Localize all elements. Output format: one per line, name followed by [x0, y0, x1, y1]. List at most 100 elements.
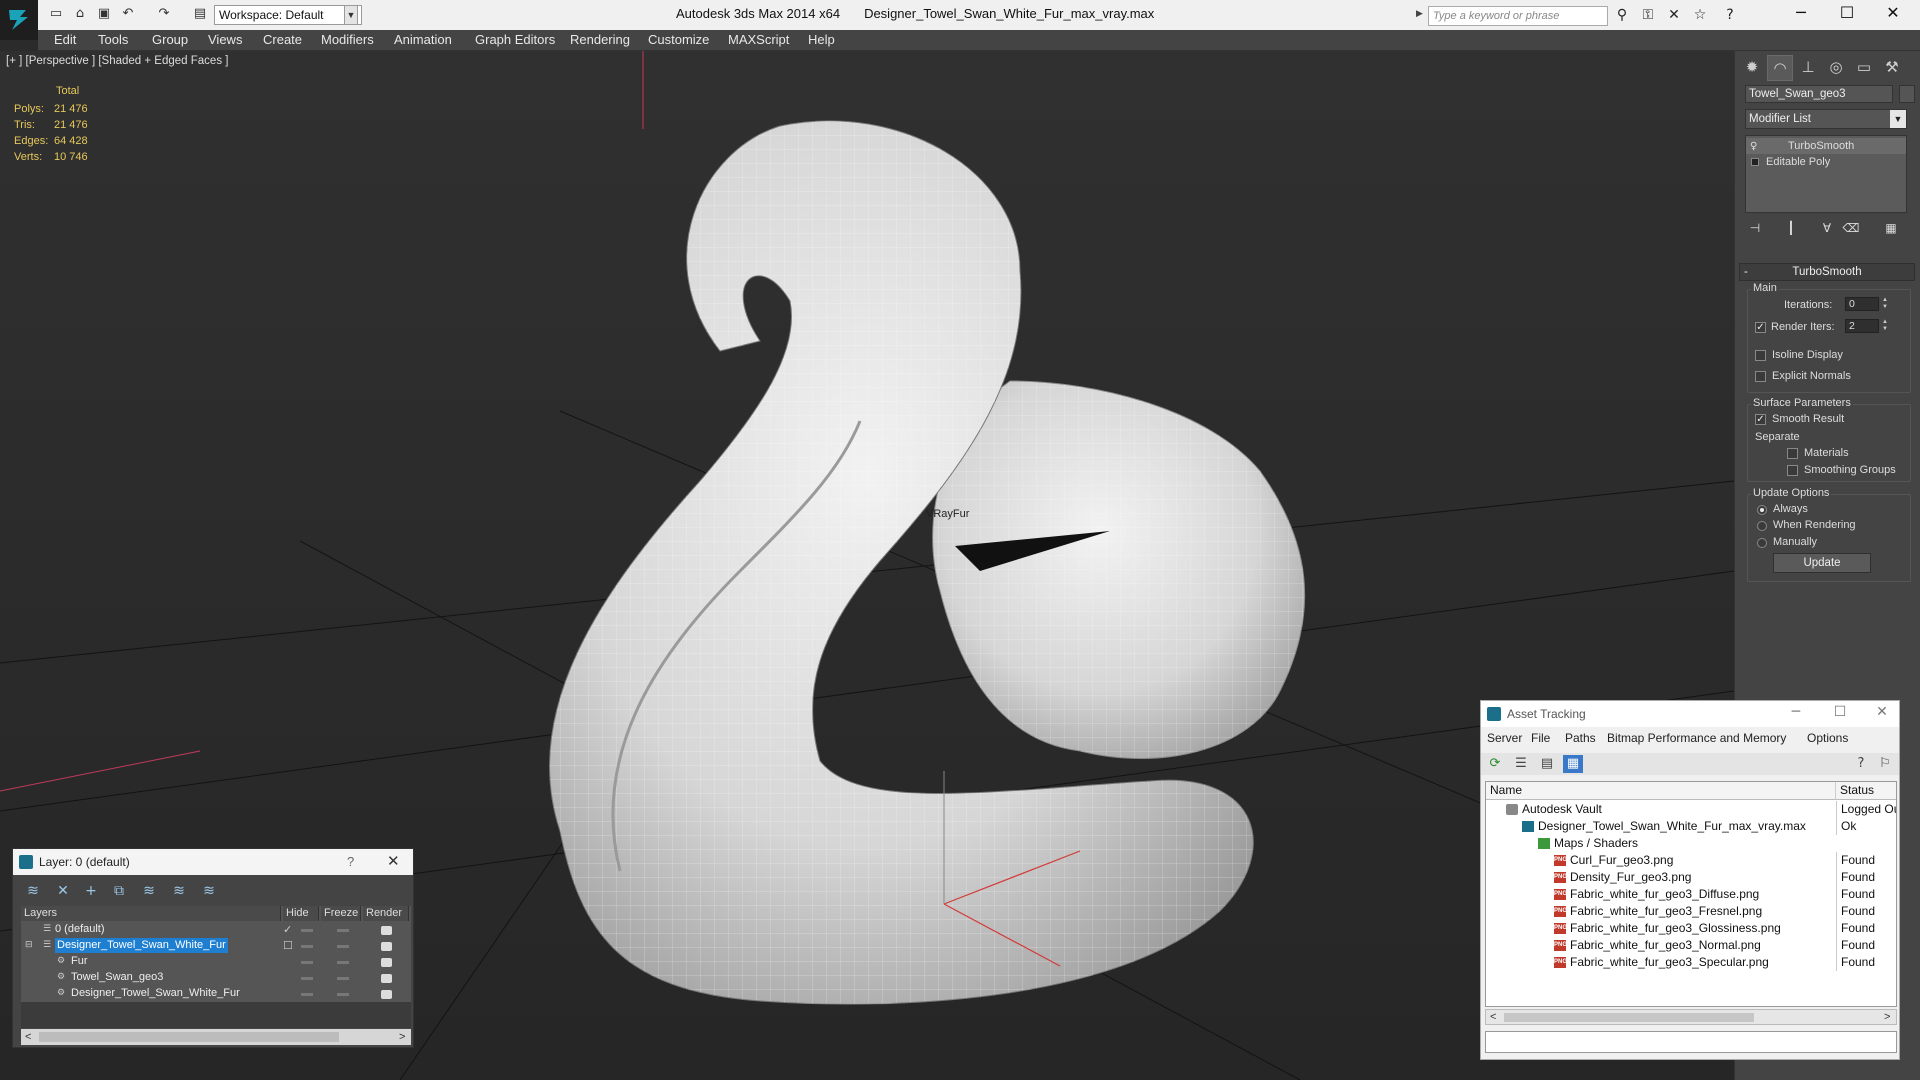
render-teapot-icon[interactable]: [381, 974, 392, 983]
utilities-tab-icon[interactable]: ⚒: [1879, 55, 1905, 81]
collapse-icon[interactable]: ⊟: [25, 938, 33, 953]
maximize-button[interactable]: ☐: [1824, 0, 1870, 26]
name-column-header[interactable]: Name: [1486, 782, 1836, 800]
freeze-all-layers-icon[interactable]: ≋: [199, 881, 219, 901]
show-end-result-icon[interactable]: ┃: [1781, 219, 1801, 237]
binoculars-icon[interactable]: ⚲: [1612, 6, 1632, 24]
stack-item-turbosmooth[interactable]: ♀ TurboSmooth: [1746, 138, 1906, 154]
asset-row[interactable]: PNG Fabric_white_fur_geo3_Specular.png F…: [1486, 954, 1896, 971]
scroll-left-icon[interactable]: <: [1490, 1010, 1496, 1024]
turbosmooth-rollout-header[interactable]: - TurboSmooth: [1739, 263, 1915, 281]
open-file-icon[interactable]: ⌂: [72, 7, 88, 21]
freeze-toggle[interactable]: [337, 945, 349, 948]
asset-menu-options[interactable]: Options: [1807, 731, 1848, 745]
layer-close-button[interactable]: ✕: [387, 852, 400, 870]
layer-row[interactable]: ☰ 0 (default) ✓: [21, 922, 411, 938]
menu-rendering[interactable]: Rendering: [570, 32, 630, 47]
minimize-button[interactable]: ─: [1778, 0, 1824, 26]
asset-row[interactable]: Autodesk Vault Logged Out: [1486, 801, 1896, 818]
layer-row[interactable]: ⊟ ☰ Designer_Towel_Swan_White_Fur ☐: [21, 938, 411, 954]
hide-toggle[interactable]: [301, 977, 313, 980]
close-button[interactable]: ✕: [1870, 0, 1916, 26]
asset-menu-file[interactable]: File: [1531, 731, 1550, 745]
asset-path-field[interactable]: [1485, 1031, 1897, 1053]
set-current-layer-icon[interactable]: ☐: [283, 938, 293, 953]
viewport-label[interactable]: [+ ] [Perspective ] [Shaded + Edged Face…: [6, 55, 228, 67]
stack-item-editable-poly[interactable]: Editable Poly: [1746, 154, 1906, 170]
scroll-right-icon[interactable]: >: [399, 1029, 405, 1045]
lightbulb-icon[interactable]: ♀: [1750, 139, 1757, 155]
asset-menu-server[interactable]: Server: [1487, 731, 1522, 745]
layer-row[interactable]: ⚙ Designer_Towel_Swan_White_Fur: [21, 986, 411, 1002]
workspace-dropdown[interactable]: Workspace: Default: [214, 5, 362, 25]
search-expand-icon[interactable]: ▶: [1416, 8, 1423, 19]
hide-all-layers-icon[interactable]: ≋: [169, 881, 189, 901]
scroll-right-icon[interactable]: >: [1884, 1010, 1890, 1024]
make-unique-icon[interactable]: ∀: [1817, 219, 1837, 237]
expand-box-icon[interactable]: [1751, 158, 1759, 166]
scroll-left-icon[interactable]: <: [25, 1029, 31, 1045]
update-button[interactable]: Update: [1773, 553, 1871, 573]
explicit-normals-checkbox[interactable]: [1755, 371, 1766, 382]
render-iters-spinner[interactable]: 2: [1845, 319, 1879, 333]
freeze-toggle[interactable]: [337, 961, 349, 964]
towel-swan-model[interactable]: [549, 120, 1306, 1005]
menu-views[interactable]: Views: [208, 32, 242, 47]
asset-row[interactable]: PNG Fabric_white_fur_geo3_Diffuse.png Fo…: [1486, 886, 1896, 903]
new-file-icon[interactable]: ▭: [48, 7, 64, 21]
display-tab-icon[interactable]: ▭: [1851, 55, 1877, 81]
object-name-field[interactable]: Towel_Swan_geo3: [1745, 85, 1893, 103]
highlight-layer-icon[interactable]: ≋: [139, 881, 159, 901]
layer-help-button[interactable]: ?: [347, 854, 354, 869]
new-layer-icon[interactable]: ≋: [23, 881, 43, 901]
isoline-display-checkbox[interactable]: [1755, 350, 1766, 361]
hide-toggle[interactable]: [301, 993, 313, 996]
current-layer-check-icon[interactable]: ✓: [283, 922, 292, 937]
add-to-layer-icon[interactable]: +: [81, 881, 101, 901]
create-tab-icon[interactable]: ✹: [1739, 55, 1765, 81]
when-rendering-radio[interactable]: [1757, 521, 1767, 531]
hierarchy-tab-icon[interactable]: ⊥: [1795, 55, 1821, 81]
hide-toggle[interactable]: [301, 945, 313, 948]
asset-menu-bitmap-performance[interactable]: Bitmap Performance and Memory: [1607, 731, 1786, 745]
delete-layer-icon[interactable]: ✕: [53, 881, 73, 901]
refresh-icon[interactable]: ⟳: [1485, 755, 1505, 773]
communication-icon[interactable]: ✕: [1664, 6, 1684, 24]
favorites-star-icon[interactable]: ☆: [1690, 6, 1710, 24]
render-teapot-icon[interactable]: [381, 942, 392, 951]
asset-row[interactable]: PNG Fabric_white_fur_geo3_Fresnel.png Fo…: [1486, 903, 1896, 920]
materials-checkbox[interactable]: [1787, 448, 1798, 459]
menu-edit[interactable]: Edit: [54, 32, 76, 47]
smoothing-groups-checkbox[interactable]: [1787, 465, 1798, 476]
asset-close-button[interactable]: ✕: [1867, 704, 1897, 720]
configure-sets-icon[interactable]: ▦: [1881, 219, 1901, 237]
layer-row[interactable]: ⚙ Towel_Swan_geo3: [21, 970, 411, 986]
menu-graph-editors[interactable]: Graph Editors: [475, 32, 555, 47]
asset-minimize-button[interactable]: ─: [1781, 704, 1811, 720]
asset-row[interactable]: Designer_Towel_Swan_White_Fur_max_vray.m…: [1486, 818, 1896, 835]
menu-modifiers[interactable]: Modifiers: [321, 32, 374, 47]
pin-stack-icon[interactable]: ⊣: [1745, 219, 1765, 237]
save-file-icon[interactable]: ▣: [96, 7, 112, 21]
menu-customize[interactable]: Customize: [648, 32, 709, 47]
status-column-header[interactable]: Status: [1836, 782, 1896, 800]
workspace-dropdown-arrow[interactable]: ▼: [344, 5, 358, 25]
render-column-header[interactable]: Render: [363, 906, 409, 921]
hide-column-header[interactable]: Hide: [283, 906, 319, 921]
manually-radio[interactable]: [1757, 538, 1767, 548]
subscription-icon[interactable]: ⚿: [1638, 6, 1658, 24]
app-logo-icon[interactable]: [0, 0, 38, 40]
detail-view-icon[interactable]: ▤: [1537, 755, 1557, 773]
asset-tracking-titlebar[interactable]: Asset Tracking ─ ☐ ✕: [1481, 701, 1899, 727]
asset-horizontal-scrollbar[interactable]: < >: [1485, 1009, 1897, 1025]
smooth-result-checkbox[interactable]: ✓: [1755, 414, 1766, 425]
render-teapot-icon[interactable]: [381, 958, 392, 967]
help-icon[interactable]: ?: [1720, 6, 1740, 24]
list-view-icon[interactable]: ☰: [1511, 755, 1531, 773]
menu-group[interactable]: Group: [152, 32, 188, 47]
freeze-column-header[interactable]: Freeze: [321, 906, 361, 921]
scrollbar-thumb[interactable]: [1504, 1013, 1754, 1022]
asset-row[interactable]: PNG Fabric_white_fur_geo3_Glossiness.png…: [1486, 920, 1896, 937]
always-radio[interactable]: [1757, 505, 1767, 515]
table-view-icon[interactable]: ▦: [1563, 755, 1583, 773]
